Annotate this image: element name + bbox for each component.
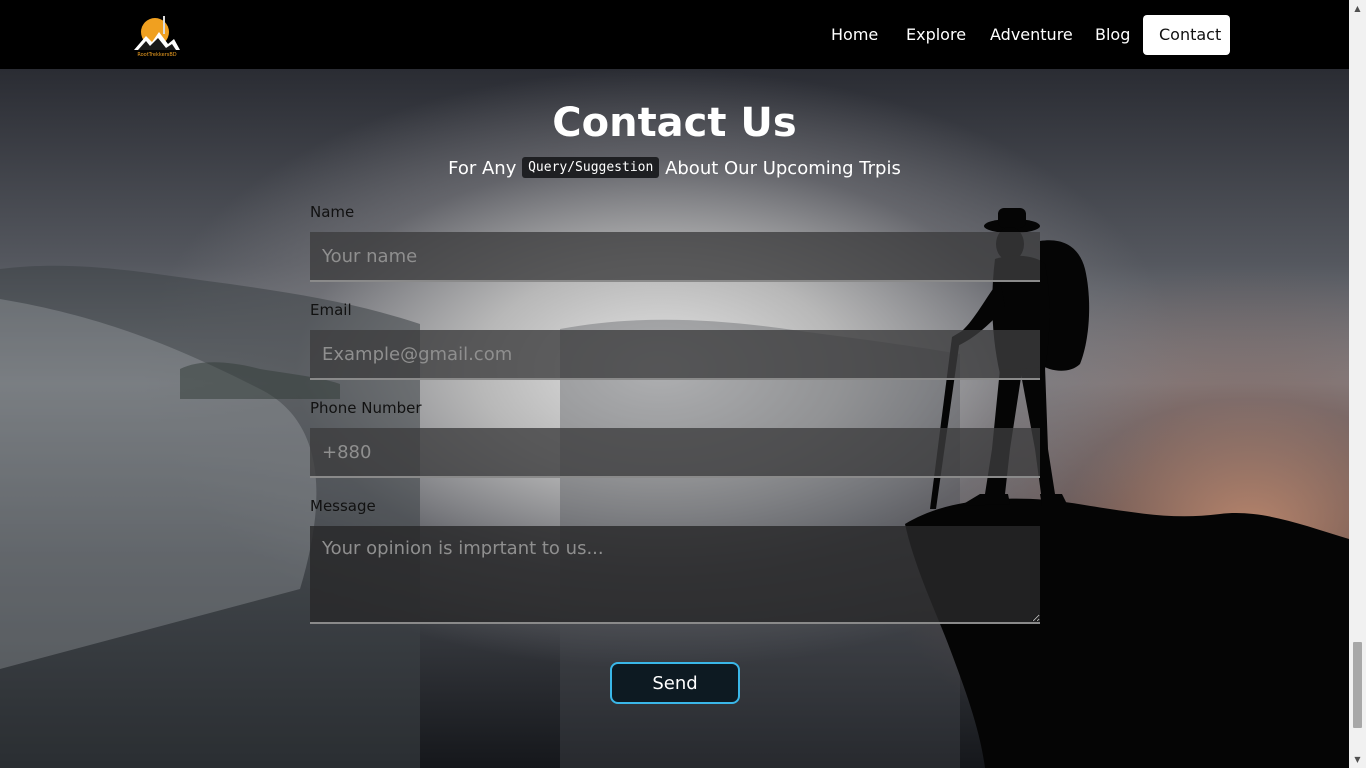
email-input[interactable] — [310, 330, 1040, 380]
brand-logo[interactable]: RootTrekkersBD — [128, 12, 186, 58]
page-title: Contact Us — [552, 100, 797, 146]
scroll-up-arrow-icon[interactable]: ▲ — [1349, 0, 1366, 17]
nav-explore-link[interactable]: Explore — [890, 15, 982, 55]
message-label: Message — [310, 497, 376, 515]
nav-adventure-link[interactable]: Adventure — [974, 15, 1089, 55]
message-textarea[interactable] — [310, 526, 1040, 624]
phone-input[interactable] — [310, 428, 1040, 478]
subtitle-after: About Our Upcoming Trpis — [665, 158, 901, 179]
name-label: Name — [310, 203, 355, 221]
svg-text:RootTrekkersBD: RootTrekkersBD — [137, 52, 176, 58]
email-label: Email — [310, 301, 352, 319]
top-navbar: RootTrekkersBD Home Explore Adventure Bl… — [0, 0, 1349, 69]
mountain-sun-logo-icon: RootTrekkersBD — [134, 16, 180, 58]
nav-blog-link[interactable]: Blog — [1079, 15, 1146, 55]
subtitle-highlight: Query/Suggestion — [522, 156, 660, 178]
nav-home-link[interactable]: Home — [815, 15, 894, 55]
subtitle-before: For Any — [448, 158, 517, 179]
phone-label: Phone Number — [310, 399, 422, 417]
scroll-down-arrow-icon[interactable]: ▼ — [1349, 751, 1366, 768]
send-button[interactable]: Send — [610, 662, 740, 704]
name-input[interactable] — [310, 232, 1040, 282]
page-subtitle: For Any Query/Suggestion About Our Upcom… — [0, 156, 1349, 180]
nav-contact-link[interactable]: Contact — [1143, 15, 1230, 55]
page-scrollbar[interactable]: ▲ ▼ — [1349, 0, 1366, 768]
scrollbar-thumb[interactable] — [1353, 642, 1362, 728]
